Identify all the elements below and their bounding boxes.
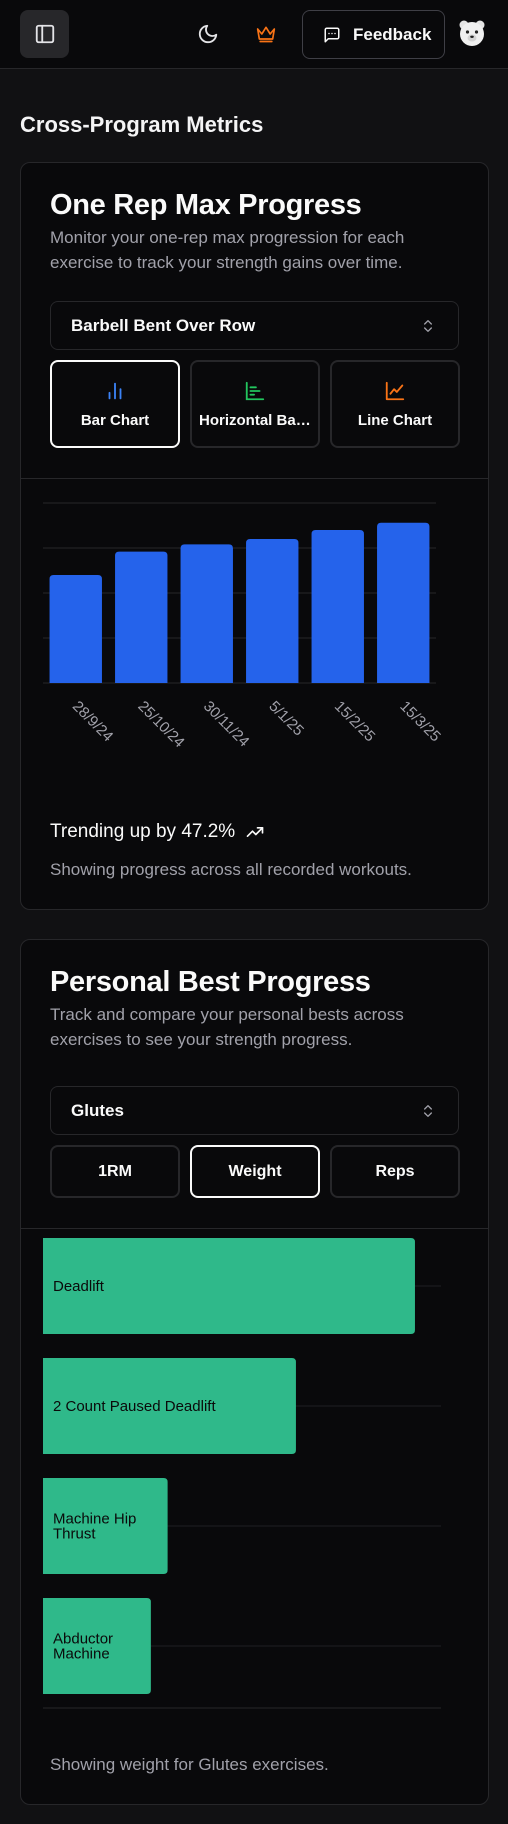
personal-best-description: Track and compare your personal bests ac… — [50, 1005, 404, 1049]
metric-1rm-button[interactable]: 1RM — [50, 1145, 180, 1198]
y-category-label: 2 Count Paused Deadlift — [53, 1398, 216, 1415]
bar-chart-icon — [108, 382, 122, 399]
top-bar: Feedback — [0, 0, 508, 69]
metric-reps-button[interactable]: Reps — [330, 1145, 460, 1198]
y-category-label: Abductor Machine — [53, 1631, 113, 1663]
chevrons-up-down-icon — [424, 320, 432, 332]
x-tick-label: 5/1/25 — [265, 698, 307, 740]
theme-toggle-button[interactable] — [188, 14, 228, 54]
personal-best-title: Personal Best Progress — [50, 966, 371, 998]
exercise-select-value: Barbell Bent Over Row — [71, 315, 256, 335]
exercise-select[interactable]: Barbell Bent Over Row — [50, 301, 459, 350]
one-rep-max-description: Monitor your one-rep max progression for… — [50, 228, 405, 272]
bar[interactable] — [49, 575, 102, 683]
metric-reps-label: Reps — [375, 1162, 415, 1180]
chevrons-up-down-icon — [424, 1105, 432, 1117]
avatar[interactable] — [458, 18, 486, 48]
muscle-group-select-value: Glutes — [71, 1100, 124, 1120]
bar-chart-button[interactable]: Bar Chart — [50, 360, 180, 448]
page-title: Cross-Program Metrics — [20, 112, 264, 137]
one-rep-max-bar-chart: 28/9/24 25/10/24 30/11/24 5/1/25 15/2/25 15/3… — [43, 502, 444, 751]
crown-icon — [256, 26, 276, 43]
x-tick-label: 28/9/24 — [69, 698, 116, 745]
personal-best-footer: Showing weight for Glutes exercises. — [50, 1755, 329, 1774]
bar[interactable] — [377, 522, 430, 683]
feedback-button[interactable]: Feedback — [302, 10, 445, 59]
personal-best-card: Personal Best Progress Track and compare… — [20, 939, 489, 1805]
trend-text: Trending up by 47.2% — [50, 821, 236, 842]
moon-icon — [198, 24, 218, 44]
trending-up-icon — [246, 827, 264, 837]
sidebar-toggle-button[interactable] — [20, 10, 69, 58]
premium-button[interactable] — [246, 14, 286, 54]
line-chart-button[interactable]: Line Chart — [330, 360, 460, 448]
bar[interactable] — [246, 539, 299, 683]
one-rep-max-title: One Rep Max Progress — [50, 189, 362, 221]
metric-weight-button[interactable]: Weight — [190, 1145, 320, 1198]
bar[interactable] — [311, 530, 364, 683]
line-chart-icon — [385, 381, 405, 400]
feedback-label: Feedback — [353, 24, 432, 44]
metric-weight-label: Weight — [228, 1162, 282, 1180]
horizontal-bar-chart-icon — [245, 381, 265, 400]
trend-indicator: Trending up by 47.2% — [50, 821, 265, 843]
muscle-group-select[interactable]: Glutes — [50, 1086, 459, 1135]
x-tick-label: 30/11/24 — [200, 698, 253, 751]
y-category-label: Deadlift — [53, 1278, 105, 1295]
message-icon — [324, 27, 340, 42]
bar[interactable] — [115, 551, 168, 683]
bar[interactable] — [180, 544, 233, 683]
horizontal-bar-chart-label: Horizontal Bar Chart — [199, 411, 311, 429]
personal-best-bar-chart: Deadlift2 Count Paused DeadliftMachine H… — [43, 1238, 441, 1709]
line-chart-label: Line Chart — [357, 411, 433, 429]
x-tick-label: 15/3/25 — [396, 698, 443, 745]
one-rep-max-card: One Rep Max Progress Monitor your one-re… — [20, 162, 489, 910]
x-tick-label: 25/10/24 — [134, 698, 187, 751]
divider — [21, 1228, 488, 1229]
metric-1rm-label: 1RM — [98, 1162, 132, 1180]
x-tick-label: 15/2/25 — [331, 698, 378, 745]
one-rep-max-footer: Showing progress across all recorded wor… — [50, 860, 412, 879]
bear-avatar-icon — [459, 20, 485, 46]
horizontal-bar-chart-button[interactable]: Horizontal Bar Chart — [190, 360, 320, 448]
sidebar-toggle-icon — [35, 24, 54, 44]
bar-chart-label: Bar Chart — [80, 411, 150, 429]
divider — [21, 478, 488, 479]
